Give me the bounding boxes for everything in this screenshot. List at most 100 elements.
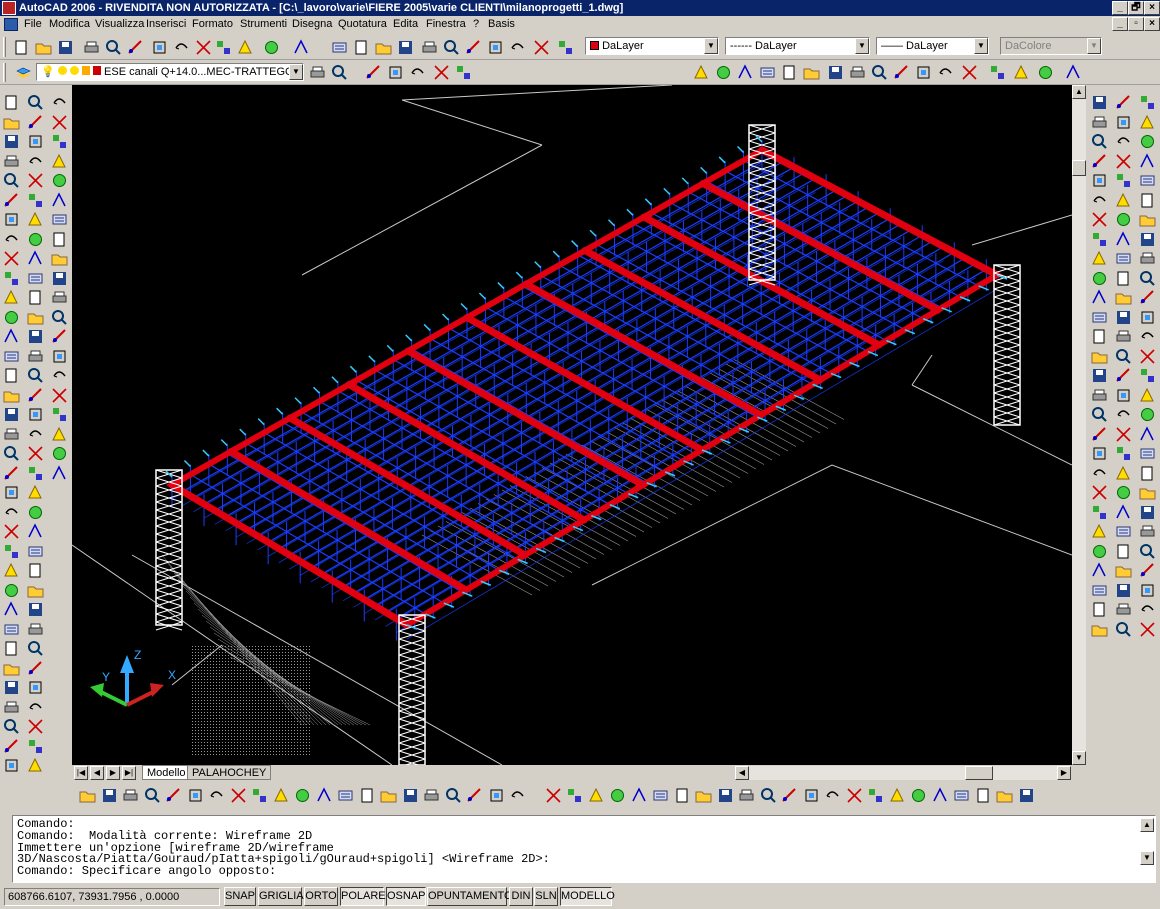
line-icon[interactable] <box>26 756 45 775</box>
save-icon[interactable] <box>1138 620 1157 639</box>
3dorbit-icon[interactable] <box>988 63 1007 82</box>
pan-icon[interactable] <box>26 600 45 619</box>
redo-icon[interactable] <box>1138 288 1157 307</box>
zoom-icon[interactable] <box>2 659 21 678</box>
publish-icon[interactable] <box>50 425 69 444</box>
redo-icon[interactable] <box>1090 249 1109 268</box>
zoom-icon[interactable] <box>1090 288 1109 307</box>
color-combo[interactable]: DaLayer ▼ <box>585 37 719 55</box>
horizontal-scrollbar[interactable]: ◀ ▶ <box>735 766 1071 780</box>
copy-icon[interactable] <box>50 464 69 483</box>
copy-icon[interactable] <box>1090 171 1109 190</box>
chevron-down-icon[interactable]: ▼ <box>974 38 988 54</box>
save-icon[interactable] <box>26 405 45 424</box>
menu-finestra[interactable]: Finestra <box>426 16 466 33</box>
publish-icon[interactable] <box>1090 132 1109 151</box>
properties-icon[interactable] <box>1138 347 1157 366</box>
new-icon[interactable] <box>1090 542 1109 561</box>
pan-icon[interactable] <box>292 38 311 57</box>
match-icon[interactable] <box>1114 620 1133 639</box>
3dorbit-icon[interactable] <box>2 386 21 405</box>
undo-icon[interactable] <box>737 786 756 805</box>
properties-icon[interactable] <box>352 38 371 57</box>
save-icon[interactable] <box>50 366 69 385</box>
arc-icon[interactable] <box>50 249 69 268</box>
calc-icon[interactable] <box>802 63 821 82</box>
pan-icon[interactable] <box>26 93 45 112</box>
copy-icon[interactable] <box>100 786 119 805</box>
layer-icon[interactable] <box>848 63 867 82</box>
layer-icon[interactable] <box>2 269 21 288</box>
model-toggle[interactable]: MODELLO <box>560 887 615 906</box>
match-icon[interactable] <box>1114 113 1133 132</box>
properties-icon[interactable] <box>250 786 269 805</box>
calc-icon[interactable] <box>315 786 334 805</box>
designcenter-icon[interactable] <box>272 786 291 805</box>
tab-modello[interactable]: Modello <box>142 765 191 780</box>
layer-manager-icon[interactable] <box>14 63 33 82</box>
plot-icon[interactable] <box>82 38 101 57</box>
new-icon[interactable] <box>26 366 45 385</box>
plot-icon[interactable] <box>1114 503 1133 522</box>
layer-icon[interactable] <box>26 737 45 756</box>
polar-toggle[interactable]: POLARE <box>340 887 386 906</box>
open-icon[interactable] <box>544 786 563 805</box>
plot-icon[interactable] <box>50 386 69 405</box>
pan-icon[interactable] <box>780 786 799 805</box>
save-icon[interactable] <box>1090 581 1109 600</box>
move-icon[interactable] <box>2 347 21 366</box>
model-viewport[interactable]: X Y Z <box>72 85 1072 765</box>
prev-tab-button[interactable]: ◀ <box>90 766 104 780</box>
move-icon[interactable] <box>936 63 955 82</box>
copy-icon[interactable] <box>26 503 45 522</box>
chevron-down-icon[interactable]: ▼ <box>855 38 869 54</box>
din-toggle[interactable]: DIN <box>509 887 533 906</box>
line-icon[interactable] <box>26 249 45 268</box>
move-icon[interactable] <box>1138 522 1157 541</box>
publish-icon[interactable] <box>26 464 45 483</box>
cut-icon[interactable] <box>150 38 169 57</box>
close-button[interactable]: × <box>1144 1 1160 15</box>
circle-icon[interactable] <box>1090 444 1109 463</box>
paste-icon[interactable] <box>194 38 213 57</box>
preview-icon[interactable] <box>26 444 45 463</box>
calc-icon[interactable] <box>2 230 21 249</box>
match-icon[interactable] <box>214 38 233 57</box>
calc-icon[interactable] <box>26 698 45 717</box>
line-icon[interactable] <box>486 38 505 57</box>
rotate-icon[interactable] <box>1090 503 1109 522</box>
redo-icon[interactable] <box>186 786 205 805</box>
publish-icon[interactable] <box>1138 171 1157 190</box>
paste-icon[interactable] <box>1114 93 1133 112</box>
designcenter-icon[interactable] <box>1138 366 1157 385</box>
line-icon[interactable] <box>952 786 971 805</box>
pan-icon[interactable] <box>2 132 21 151</box>
paste-icon[interactable] <box>1138 230 1157 249</box>
help-icon[interactable] <box>442 38 461 57</box>
redo-icon[interactable] <box>2 620 21 639</box>
3dorbit-icon[interactable] <box>1090 522 1109 541</box>
cut-icon[interactable] <box>1138 191 1157 210</box>
zoom-icon[interactable] <box>229 786 248 805</box>
rotate-icon[interactable] <box>465 786 484 805</box>
vertical-scrollbar[interactable]: ▲ ▼ <box>1072 85 1086 765</box>
new-icon[interactable] <box>1138 581 1157 600</box>
toolbar-grip[interactable] <box>3 63 6 82</box>
calc-icon[interactable] <box>420 38 439 57</box>
cut-icon[interactable] <box>2 522 21 541</box>
cut-icon[interactable] <box>26 483 45 502</box>
designcenter-icon[interactable] <box>758 63 777 82</box>
snap-toggle[interactable]: SNAP <box>224 887 256 906</box>
rotate-icon[interactable] <box>2 366 21 385</box>
properties-icon[interactable] <box>26 639 45 658</box>
toolpalette-icon[interactable] <box>2 717 21 736</box>
calc-icon[interactable] <box>26 191 45 210</box>
layer-icon[interactable] <box>1114 308 1133 327</box>
toolpalette-icon[interactable] <box>1090 347 1109 366</box>
paste-icon[interactable] <box>694 786 713 805</box>
undo-icon[interactable] <box>2 600 21 619</box>
circle-icon[interactable] <box>26 269 45 288</box>
toolpalette-icon[interactable] <box>1114 249 1133 268</box>
copy-icon[interactable] <box>1114 581 1133 600</box>
help-icon[interactable] <box>1114 288 1133 307</box>
